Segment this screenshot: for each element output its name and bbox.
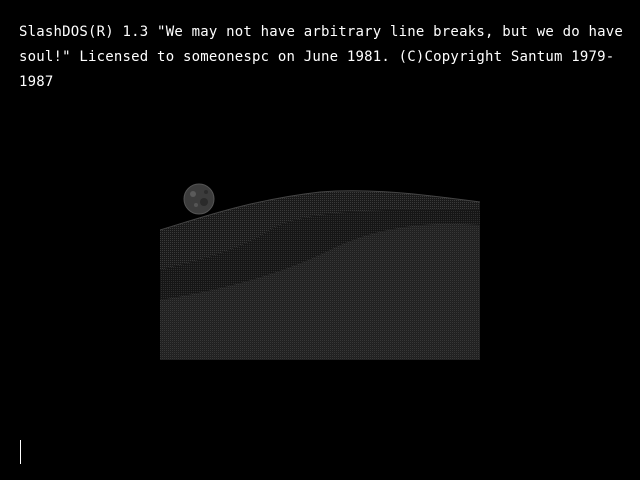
text-cursor[interactable] [20,440,21,464]
dos-screen: SlashDOS(R) 1.3 "We may not have arbitra… [0,0,640,480]
boot-banner: SlashDOS(R) 1.3 "We may not have arbitra… [19,20,624,95]
moon-icon [183,183,215,215]
moon-over-dunes-picture [160,183,480,360]
boot-banner-text: SlashDOS(R) 1.3 "We may not have arbitra… [19,24,624,90]
